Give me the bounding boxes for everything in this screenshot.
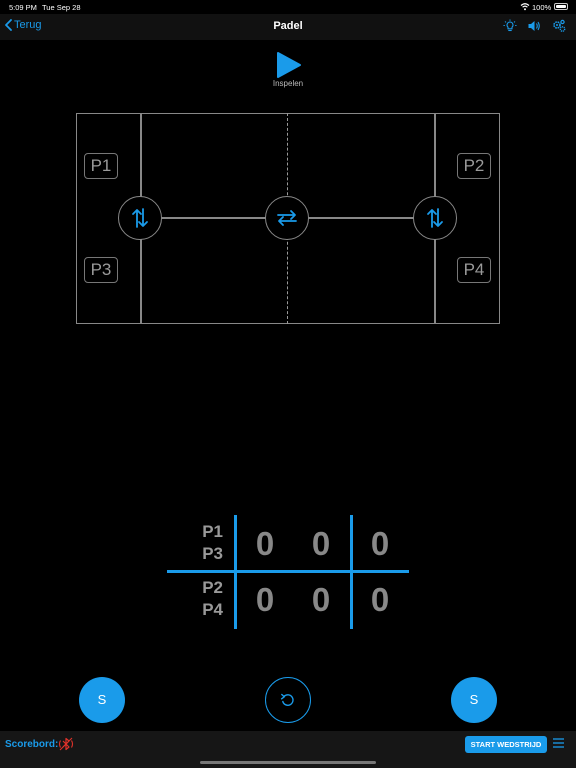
swap-vertical-icon — [427, 208, 443, 228]
swap-vertical-icon — [132, 208, 148, 228]
player-p1[interactable]: P1 — [84, 153, 118, 179]
play-label: Inspelen — [272, 79, 304, 88]
bluetooth-off-icon[interactable] — [58, 737, 74, 751]
swap-sides-button[interactable] — [265, 196, 309, 240]
swap-right-button[interactable] — [413, 196, 457, 240]
nav-bar: Terug Padel — [0, 14, 576, 40]
team1-score-games: 0 — [255, 525, 275, 562]
team1-score-sets: 0 — [370, 525, 390, 562]
player-p4[interactable]: P4 — [457, 257, 491, 283]
team1-score-points: 0 — [311, 525, 331, 562]
team2-player1: P2 — [202, 578, 223, 597]
team1-player2: P3 — [202, 544, 223, 563]
score-left-button[interactable]: S — [79, 677, 125, 723]
team1-player1: P1 — [202, 522, 223, 541]
battery-icon — [554, 3, 568, 10]
lightbulb-icon[interactable] — [503, 19, 517, 33]
player-p3[interactable]: P3 — [84, 257, 118, 283]
team2-score-points: 0 — [311, 581, 331, 618]
score-right-button[interactable]: S — [451, 677, 497, 723]
speaker-icon[interactable] — [527, 19, 541, 33]
team2-score-games: 0 — [255, 581, 275, 618]
start-match-button[interactable]: START WEDSTRIJD — [465, 736, 547, 753]
status-bar: 5:09 PM Tue Sep 28 100% — [0, 0, 576, 14]
page-title: Padel — [273, 20, 303, 32]
undo-button[interactable] — [265, 677, 311, 723]
scoreboard-label: Scorebord: — [5, 739, 59, 750]
wifi-icon — [520, 3, 530, 11]
status-time: 5:09 PM — [9, 3, 37, 12]
undo-icon — [280, 693, 294, 706]
team2-names: P2 P4 — [178, 577, 223, 621]
swap-left-button[interactable] — [118, 196, 162, 240]
battery-percent: 100% — [532, 3, 552, 12]
team1-names: P1 P3 — [178, 521, 223, 565]
home-indicator[interactable] — [200, 761, 376, 764]
scoreboard-divider-middle — [167, 570, 409, 573]
menu-icon[interactable] — [553, 738, 564, 748]
status-date: Tue Sep 28 — [42, 3, 81, 12]
team2-score-sets: 0 — [370, 581, 390, 618]
player-p2[interactable]: P2 — [457, 153, 491, 179]
play-icon[interactable] — [273, 51, 303, 79]
settings-gear-icon[interactable] — [552, 19, 566, 33]
swap-horizontal-icon — [277, 210, 297, 226]
team2-player2: P4 — [202, 600, 223, 619]
